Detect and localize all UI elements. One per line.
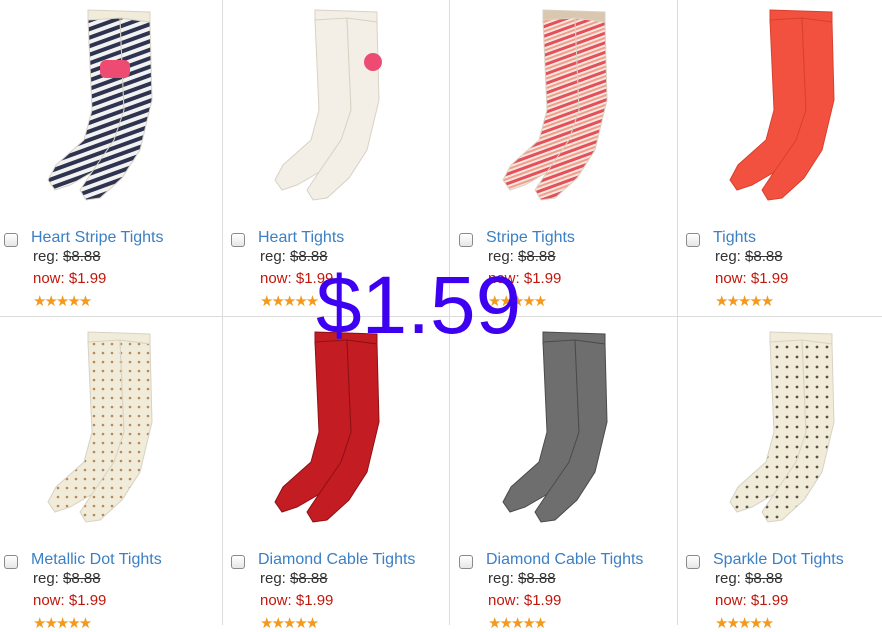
regular-price: reg: $8.88 [488, 570, 556, 587]
rating-stars: ★★★★★ [33, 615, 92, 632]
product-name-link[interactable]: Diamond Cable Tights [258, 551, 415, 569]
regular-price-value: $8.88 [745, 248, 783, 265]
regular-price-label: reg: [33, 248, 59, 265]
regular-price: reg: $8.88 [715, 570, 783, 587]
regular-price-label: reg: [260, 248, 286, 265]
product-card: Tights reg: $8.88 now: $1.99 ★★★★★ [682, 0, 882, 310]
product-name-link[interactable]: Diamond Cable Tights [486, 551, 643, 569]
sale-price-label: now: [715, 592, 747, 609]
stripe-tights-image[interactable] [455, 0, 682, 220]
sale-price-label: now: [260, 270, 292, 287]
sale-price-value: $1.99 [523, 592, 562, 609]
rating-stars: ★★★★★ [33, 293, 92, 310]
product-card: Metallic Dot Tights reg: $8.88 now: $1.9… [0, 322, 227, 632]
regular-price-value: $8.88 [518, 570, 556, 587]
sale-price-value: $1.99 [750, 592, 789, 609]
sale-price-label: now: [488, 592, 520, 609]
sale-price-value: $1.99 [295, 592, 334, 609]
compare-checkbox[interactable] [4, 233, 18, 247]
compare-checkbox[interactable] [231, 555, 245, 569]
product-name-link[interactable]: Heart Stripe Tights [31, 229, 164, 247]
tights-image[interactable] [682, 0, 882, 220]
heart-stripe-tights-image[interactable] [0, 0, 227, 220]
compare-checkbox[interactable] [459, 233, 473, 247]
compare-checkbox[interactable] [459, 555, 473, 569]
regular-price-value: $8.88 [63, 570, 101, 587]
sale-price-value: $1.99 [523, 270, 562, 287]
regular-price-value: $8.88 [745, 570, 783, 587]
regular-price: reg: $8.88 [33, 248, 101, 265]
rating-stars: ★★★★★ [488, 615, 547, 632]
product-name-link[interactable]: Sparkle Dot Tights [713, 551, 844, 569]
regular-price-value: $8.88 [290, 570, 328, 587]
regular-price-label: reg: [715, 570, 741, 587]
compare-checkbox[interactable] [686, 555, 700, 569]
compare-checkbox[interactable] [686, 233, 700, 247]
product-card: Diamond Cable Tights reg: $8.88 now: $1.… [455, 322, 682, 632]
sale-price-label: now: [33, 592, 65, 609]
sale-price: now: $1.99 [488, 592, 561, 609]
regular-price-label: reg: [33, 570, 59, 587]
regular-price: reg: $8.88 [715, 248, 783, 265]
sparkle-dot-tights-image[interactable] [682, 322, 882, 542]
sale-price-label: now: [715, 270, 747, 287]
product-card: Sparkle Dot Tights reg: $8.88 now: $1.99… [682, 322, 882, 632]
regular-price-value: $8.88 [518, 248, 556, 265]
regular-price-label: reg: [715, 248, 741, 265]
sale-price: now: $1.99 [260, 592, 333, 609]
sale-price: now: $1.99 [33, 270, 106, 287]
product-name-link[interactable]: Heart Tights [258, 229, 344, 247]
sale-price-value: $1.99 [750, 270, 789, 287]
sale-price: now: $1.99 [715, 592, 788, 609]
product-name-link[interactable]: Stripe Tights [486, 229, 575, 247]
rating-stars: ★★★★★ [715, 615, 774, 632]
metallic-dot-tights-image[interactable] [0, 322, 227, 542]
product-name-link[interactable]: Metallic Dot Tights [31, 551, 162, 569]
regular-price-label: reg: [260, 570, 286, 587]
sale-price-value: $1.99 [68, 270, 107, 287]
sale-price-value: $1.99 [68, 592, 107, 609]
compare-checkbox[interactable] [231, 233, 245, 247]
product-card: Diamond Cable Tights reg: $8.88 now: $1.… [227, 322, 454, 632]
compare-checkbox[interactable] [4, 555, 18, 569]
regular-price: reg: $8.88 [33, 570, 101, 587]
regular-price-label: reg: [488, 570, 514, 587]
rating-stars: ★★★★★ [260, 293, 319, 310]
sale-price-label: now: [260, 592, 292, 609]
sale-price-label: now: [33, 270, 65, 287]
rating-stars: ★★★★★ [715, 293, 774, 310]
regular-price-value: $8.88 [63, 248, 101, 265]
regular-price: reg: $8.88 [260, 570, 328, 587]
rating-stars: ★★★★★ [260, 615, 319, 632]
heart-tights-image[interactable] [227, 0, 454, 220]
sale-price: now: $1.99 [33, 592, 106, 609]
overlay-price-text: $1.59 [316, 260, 522, 351]
sale-price: now: $1.99 [715, 270, 788, 287]
product-card: Heart Stripe Tights reg: $8.88 now: $1.9… [0, 0, 227, 310]
product-name-link[interactable]: Tights [713, 229, 756, 247]
